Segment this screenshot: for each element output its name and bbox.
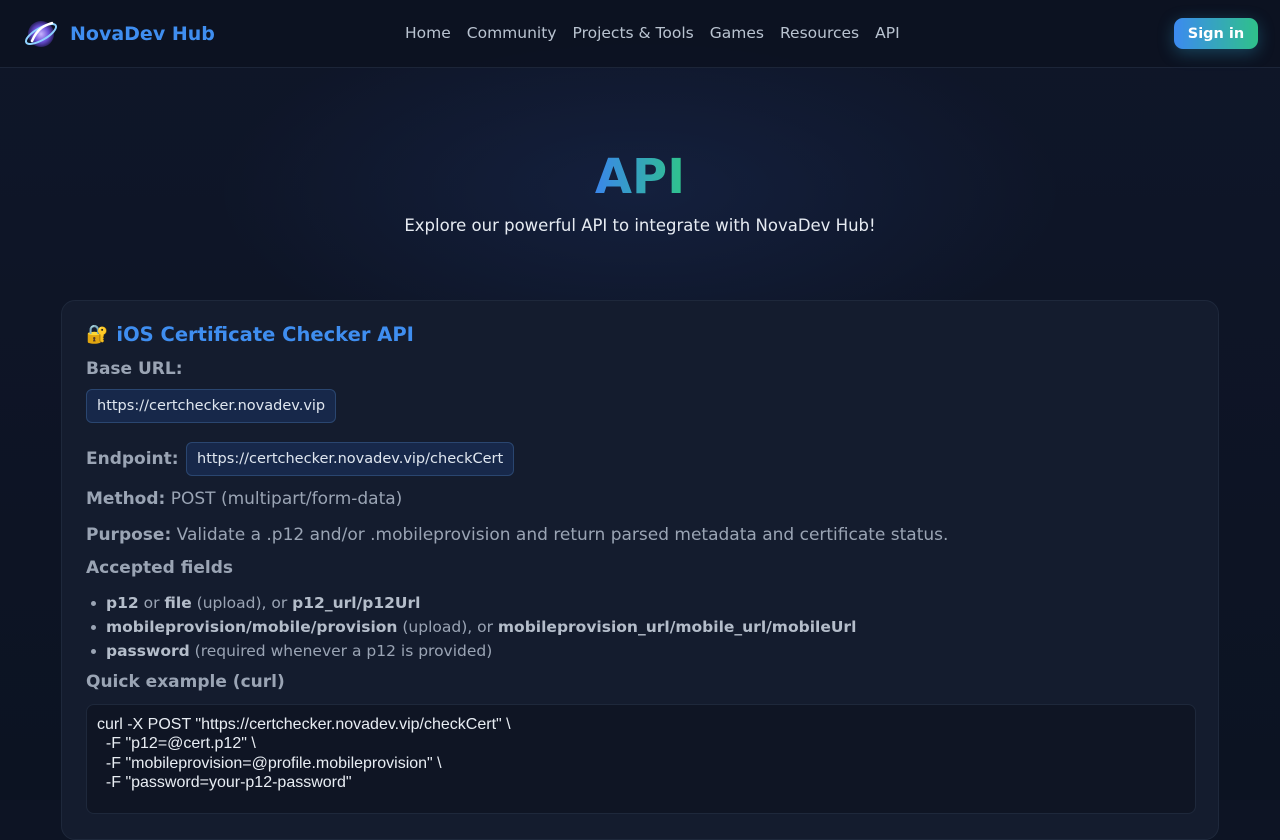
endpoint-value[interactable]: https://certchecker.novadev.vip/checkCer…: [186, 442, 515, 476]
field-text: or: [138, 594, 165, 612]
nav-games[interactable]: Games: [702, 22, 772, 44]
purpose-label: Purpose:: [86, 525, 172, 545]
method-row: Method: POST (multipart/form-data): [86, 489, 402, 509]
nav-home[interactable]: Home: [397, 22, 459, 44]
example-title-row: Quick example (curl): [86, 672, 285, 692]
list-item: password (required whenever a p12 is pro…: [86, 639, 856, 663]
fields-title-row: Accepted fields: [86, 558, 233, 578]
fields-title: Accepted fields: [86, 558, 233, 578]
nova-logo-icon: [24, 21, 58, 47]
purpose-value: Validate a .p12 and/or .mobileprovision …: [176, 525, 949, 545]
accepted-fields-list: p12 or file (upload), or p12_url/p12Url …: [86, 591, 856, 663]
main-nav: Home Community Projects & Tools Games Re…: [397, 22, 908, 44]
base-url-row: https://certchecker.novadev.vip: [86, 389, 337, 423]
example-title: Quick example (curl): [86, 672, 285, 692]
field-text: (required whenever a p12 is provided): [189, 642, 493, 660]
page-title: API: [0, 147, 1280, 207]
field-name: p12_url/p12Url: [292, 594, 421, 612]
nav-community[interactable]: Community: [459, 22, 565, 44]
nav-api[interactable]: API: [867, 22, 908, 44]
method-label: Method:: [86, 489, 166, 509]
page-title-text: API: [594, 149, 686, 205]
sign-in-button[interactable]: Sign in: [1174, 18, 1258, 49]
nav-resources[interactable]: Resources: [772, 22, 867, 44]
api-card: 🔐 iOS Certificate Checker API Base URL: …: [61, 300, 1219, 840]
curl-code-block[interactable]: curl -X POST "https://certchecker.novade…: [86, 704, 1196, 814]
base-url-value[interactable]: https://certchecker.novadev.vip: [86, 389, 337, 423]
card-title: 🔐 iOS Certificate Checker API: [86, 323, 414, 346]
endpoint-label: Endpoint:: [86, 449, 179, 469]
page-subtitle: Explore our powerful API to integrate wi…: [404, 216, 876, 235]
site-header: NovaDev Hub Home Community Projects & To…: [0, 0, 1280, 68]
field-name: mobileprovision/mobile/provision: [106, 618, 398, 636]
brand-name: NovaDev Hub: [70, 23, 215, 45]
lock-icon: 🔐: [86, 324, 109, 345]
field-text: (upload), or: [397, 618, 498, 636]
field-name: mobileprovision_url/mobile_url/mobileUrl: [497, 618, 857, 636]
card-title-text: iOS Certificate Checker API: [116, 323, 414, 346]
field-name: file: [164, 594, 192, 612]
brand-link[interactable]: NovaDev Hub: [22, 16, 215, 52]
list-item: p12 or file (upload), or p12_url/p12Url: [86, 591, 856, 615]
list-item: mobileprovision/mobile/provision (upload…: [86, 615, 856, 639]
base-url-label-row: Base URL:: [86, 359, 183, 379]
field-text: (upload), or: [191, 594, 293, 612]
method-value: POST (multipart/form-data): [170, 489, 403, 509]
base-url-label: Base URL:: [86, 359, 183, 379]
field-name: p12: [106, 594, 139, 612]
field-name: password: [106, 642, 190, 660]
purpose-row: Purpose: Validate a .p12 and/or .mobilep…: [86, 525, 948, 545]
endpoint-row: Endpoint: https://certchecker.novadev.vi…: [86, 442, 515, 476]
nav-projects-tools[interactable]: Projects & Tools: [565, 22, 702, 44]
